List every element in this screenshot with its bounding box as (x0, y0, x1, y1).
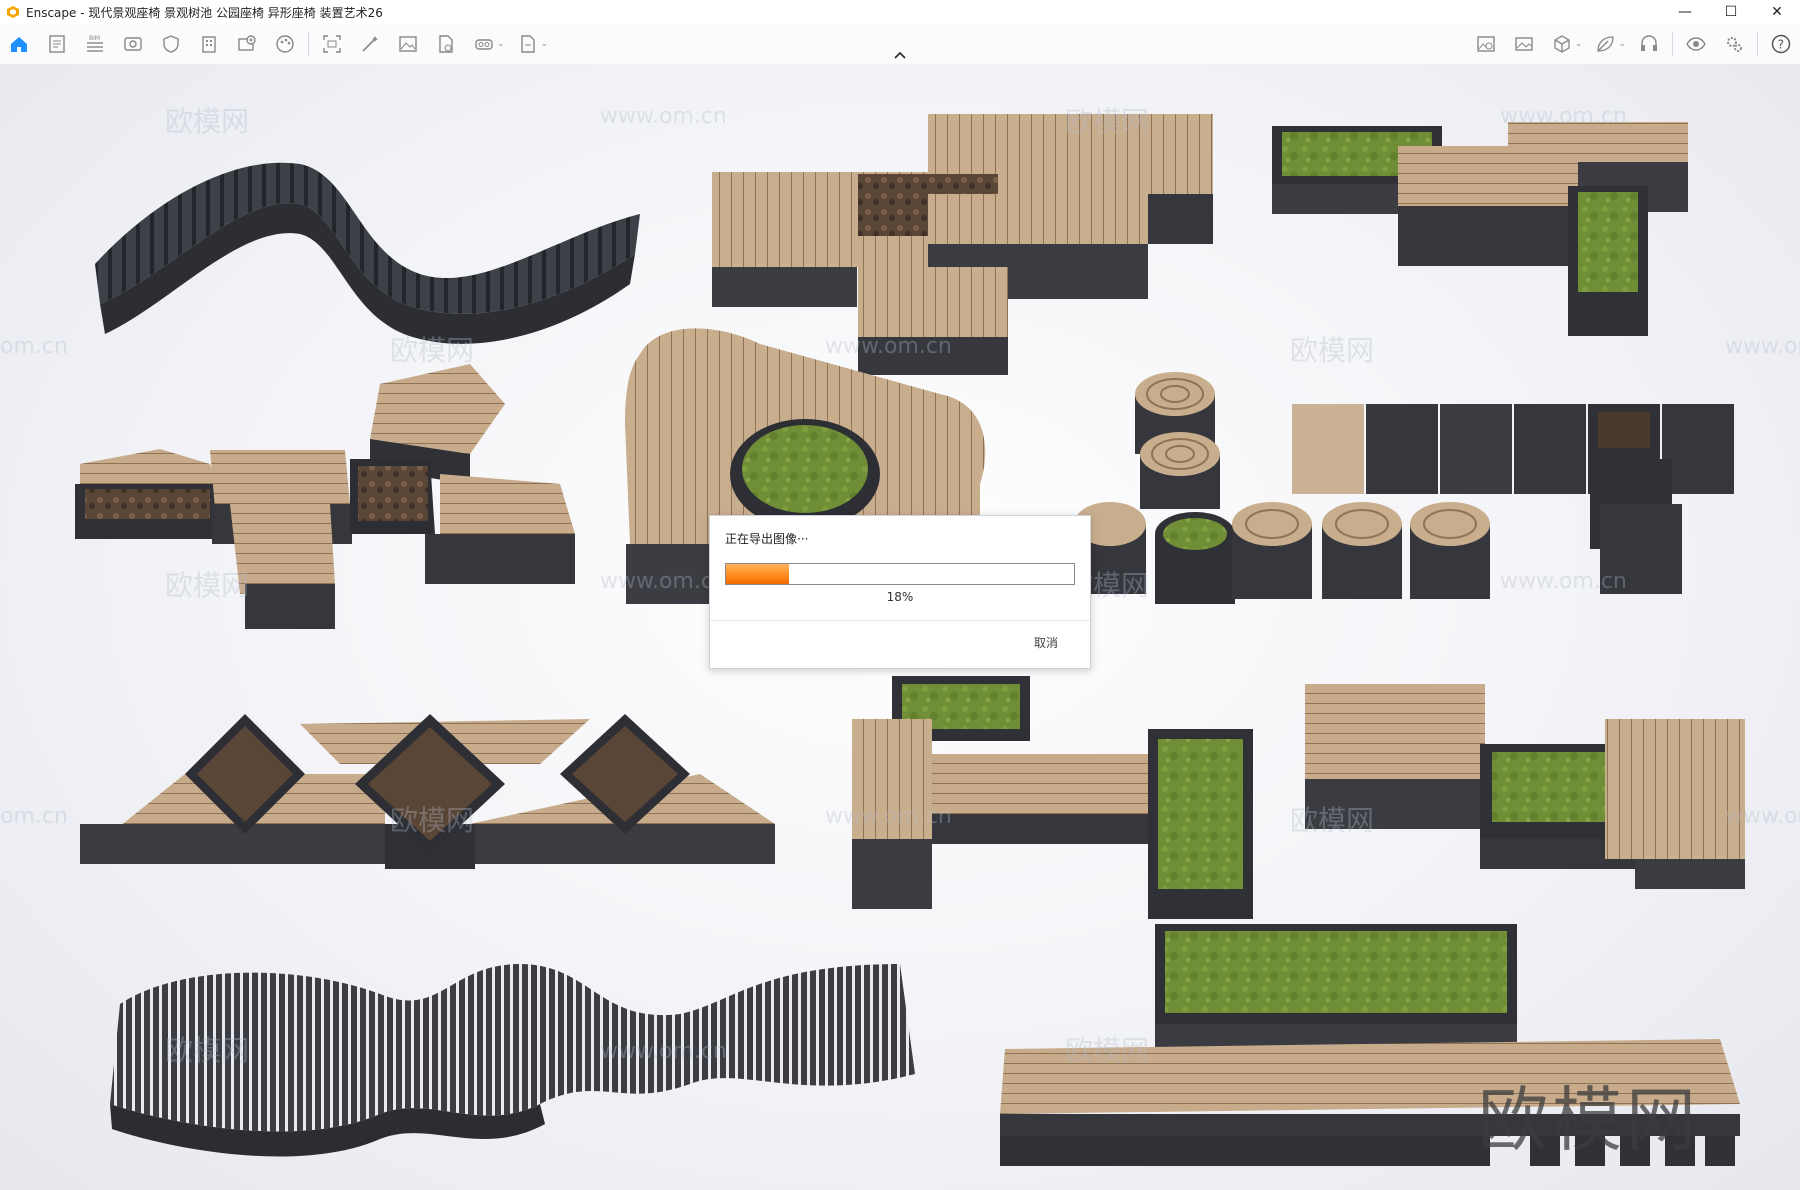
minimize-button[interactable]: — (1662, 0, 1708, 24)
watermark-text: 欧模网 (165, 569, 250, 602)
export-file-icon (439, 35, 453, 53)
palette-button[interactable] (271, 30, 299, 58)
image-settings-button[interactable] (1472, 30, 1500, 58)
home-icon (11, 37, 27, 52)
watermark-url: www.om.cn (600, 104, 727, 129)
svg-text:BIM: BIM (89, 35, 100, 42)
collapse-toolbar-icon[interactable] (890, 48, 910, 62)
cube-button[interactable] (1548, 30, 1576, 58)
maximize-button[interactable]: ☐ (1708, 0, 1754, 24)
document-icon (49, 35, 65, 53)
watermark-url: www.om.cn (600, 1039, 727, 1064)
image-settings-icon (1477, 36, 1495, 52)
watermark-url: www.om.cn (825, 334, 952, 359)
building-icon (202, 36, 216, 53)
chevron-down-icon[interactable]: ⌄ (1575, 39, 1583, 49)
image-icon (399, 36, 417, 52)
image-button[interactable] (394, 30, 422, 58)
vr-headset-button[interactable] (470, 30, 498, 58)
watermark-url: www.om.cn (1500, 569, 1627, 594)
add-view-button[interactable] (233, 30, 261, 58)
planter-bench-model (1272, 122, 1688, 336)
chevron-down-icon[interactable]: ⌄ (1618, 39, 1626, 49)
chevron-down-icon[interactable]: ⌄ (541, 39, 549, 49)
title-bar: Enscape - 现代景观座椅 景观树池 公园座椅 异形座椅 装置艺术26 —… (0, 0, 1800, 24)
export-file-button[interactable] (432, 30, 460, 58)
export-icon (520, 35, 535, 53)
cancel-button[interactable]: 取消 (1034, 634, 1058, 651)
pentagon-bench-model (75, 364, 575, 629)
palette-icon (276, 35, 294, 53)
watermark-text: 欧模网 (1290, 804, 1375, 837)
enscape-logo-icon (7, 6, 19, 18)
linear-bench-planter-model (852, 676, 1253, 919)
progress-percent: 18% (886, 590, 914, 604)
vr-headset-icon (475, 39, 493, 50)
gallery-icon (1515, 37, 1533, 51)
cross-platform-model (712, 114, 1213, 375)
maximize-icon: ☐ (1724, 4, 1738, 20)
progress-bar-fill (726, 564, 789, 584)
triangle-bench-planter-model (80, 714, 775, 869)
block-bench-planter-model (1305, 684, 1745, 889)
shield-button[interactable] (157, 30, 185, 58)
export-progress-dialog: 正在导出图像··· 18% 取消 (709, 515, 1091, 669)
chevron-down-icon[interactable]: ⌄ (497, 39, 505, 49)
watermark-text: 欧模网 (1065, 1034, 1150, 1067)
capture-button[interactable] (318, 30, 346, 58)
watermark-text: 欧模网 (1065, 105, 1150, 138)
headset-icon (1641, 35, 1657, 51)
export-button[interactable] (514, 30, 542, 58)
dialog-title: 正在导出图像··· (725, 532, 809, 546)
close-icon: ✕ (1771, 4, 1783, 20)
add-view-icon (238, 35, 256, 51)
watermark-url: om.cn (0, 804, 68, 829)
document-button[interactable] (43, 30, 71, 58)
watermark-text: 欧模网 (165, 105, 250, 138)
toolbar-separator (1672, 32, 1673, 56)
bim-icon: BIM (87, 35, 103, 52)
dialog-divider (710, 620, 1090, 621)
help-button[interactable]: ? (1767, 30, 1795, 58)
gears-icon (1727, 37, 1742, 52)
watermark-text: 欧模网 (165, 1034, 250, 1067)
eye-icon (1686, 37, 1706, 51)
leaf-icon (1597, 36, 1615, 52)
wand-button[interactable] (356, 30, 384, 58)
leaf-button[interactable] (1591, 30, 1619, 58)
cube-icon (1554, 35, 1570, 53)
brand-watermark: 欧模网 (1478, 1079, 1700, 1161)
toolbar-separator (308, 32, 309, 56)
watermark-url: www.om.cn (1500, 104, 1627, 129)
minimize-icon: — (1678, 4, 1692, 20)
gears-button[interactable] (1720, 30, 1748, 58)
watermark-url: www.om.cn (825, 804, 952, 829)
shield-icon (163, 35, 179, 53)
home-button[interactable] (5, 30, 33, 58)
toolbar-separator (1757, 32, 1758, 56)
watermark-text: 欧模网 (1290, 334, 1375, 367)
watermark-url: www.om.cn (600, 569, 727, 594)
headset-button[interactable] (1635, 30, 1663, 58)
wavy-bench-model (95, 162, 640, 344)
view-button[interactable] (119, 30, 147, 58)
watermark-url: www.om.cn (1725, 804, 1800, 829)
capture-icon (323, 35, 341, 53)
svg-text:?: ? (1778, 38, 1784, 52)
window-title: Enscape - 现代景观座椅 景观树池 公园座椅 异形座椅 装置艺术26 (26, 5, 383, 20)
view-icon (124, 37, 142, 51)
close-button[interactable]: ✕ (1754, 0, 1800, 24)
gallery-button[interactable] (1510, 30, 1538, 58)
help-icon: ? (1771, 34, 1791, 54)
watermark-text: 欧模网 (390, 334, 475, 367)
building-button[interactable] (195, 30, 223, 58)
watermark-url: om.cn (0, 334, 68, 359)
eye-button[interactable] (1682, 30, 1710, 58)
watermark-url: www.om.cn (1725, 334, 1800, 359)
progress-bar (725, 563, 1075, 585)
bim-button[interactable]: BIM (81, 30, 109, 58)
watermark-text: 欧模网 (390, 804, 475, 837)
wand-icon (362, 36, 378, 52)
